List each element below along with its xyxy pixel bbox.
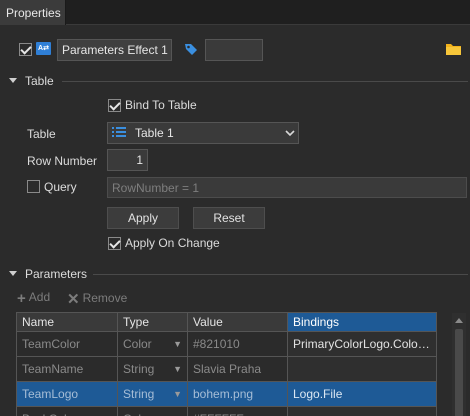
row-name[interactable]: TeamLogo (16, 381, 118, 407)
row-name[interactable]: TeamColor (16, 331, 118, 357)
table-row[interactable]: TeamColor Color ▼ #821010 PrimaryColorLog… (16, 331, 437, 357)
row-value[interactable]: #FFFFFF (187, 406, 288, 416)
bind-to-table-checkbox[interactable] (108, 99, 121, 112)
add-parameter-button[interactable]: + Add (17, 290, 50, 307)
table-section-collapse-icon[interactable] (9, 78, 17, 83)
table-select-value: Table 1 (135, 126, 174, 140)
effect-name-input[interactable]: Parameters Effect 1 (57, 39, 172, 61)
parameters-section-collapse-icon[interactable] (9, 271, 17, 276)
reset-button[interactable]: Reset (193, 207, 265, 229)
row-value[interactable]: bohem.png (187, 381, 288, 407)
row-type[interactable]: String ▼ (117, 356, 188, 382)
parameters-section-divider (93, 274, 468, 275)
effect-enabled-checkbox[interactable] (19, 43, 32, 56)
row-binding[interactable] (287, 356, 437, 382)
tag-input[interactable] (205, 39, 263, 61)
table-section-divider (62, 81, 468, 82)
scroll-up-arrow-icon[interactable] (455, 318, 463, 323)
row-type-value: String (123, 387, 155, 401)
apply-on-change-checkbox[interactable] (108, 237, 121, 250)
remove-label: Remove (82, 291, 128, 305)
table-row[interactable]: BackColor Color▼ #FFFFFF (16, 406, 437, 416)
column-header-type[interactable]: Type (117, 312, 188, 332)
query-label: Query (44, 180, 77, 194)
effect-type-icon: A⇄ (36, 42, 51, 55)
folder-icon[interactable] (445, 41, 462, 56)
table-section-title: Table (25, 74, 54, 88)
row-type[interactable]: String ▼ (117, 381, 188, 407)
column-header-value[interactable]: Value (187, 312, 288, 332)
table-select[interactable]: Table 1 (107, 122, 299, 144)
remove-parameter-button[interactable]: ✕ Remove (67, 290, 127, 308)
table-row-selected[interactable]: TeamLogo String ▼ bohem.png Logo.File (16, 381, 437, 407)
parameters-section-title: Parameters (25, 267, 88, 281)
row-type[interactable]: Color▼ (117, 406, 188, 416)
tag-icon[interactable] (183, 41, 199, 57)
apply-on-change-label: Apply On Change (125, 236, 220, 250)
table-header-row: Name Type Value Bindings (16, 312, 437, 332)
row-type[interactable]: Color ▼ (117, 331, 188, 357)
row-value[interactable]: #821010 (187, 331, 288, 357)
row-binding[interactable]: Logo.File (287, 381, 437, 407)
query-checkbox[interactable] (27, 180, 40, 193)
query-input[interactable]: RowNumber = 1 (107, 177, 467, 198)
row-type-value: Color (123, 412, 152, 416)
row-value[interactable]: Slavia Praha (187, 356, 288, 382)
plus-icon: + (17, 290, 26, 307)
chevron-down-icon[interactable] (285, 129, 295, 137)
bind-to-table-label: Bind To Table (125, 98, 197, 112)
row-name[interactable]: BackColor (16, 406, 118, 416)
tab-properties[interactable]: Properties (0, 0, 66, 25)
column-header-bindings[interactable]: Bindings (287, 312, 437, 332)
apply-button[interactable]: Apply (107, 207, 179, 229)
type-dropdown-icon[interactable]: ▼ (173, 364, 182, 374)
table-label: Table (27, 127, 56, 141)
row-name[interactable]: TeamName (16, 356, 118, 382)
scrollbar-thumb[interactable] (455, 329, 463, 416)
row-type-value: Color (123, 337, 152, 351)
parameters-table: Name Type Value Bindings TeamColor Color… (16, 312, 437, 416)
row-binding[interactable] (287, 406, 437, 416)
row-number-input[interactable]: 1 (107, 149, 148, 171)
table-row[interactable]: TeamName String ▼ Slavia Praha (16, 356, 437, 382)
row-type-value: String (123, 362, 155, 376)
parameters-scrollbar[interactable] (452, 313, 466, 416)
row-number-label: Row Number (27, 154, 98, 168)
type-dropdown-icon[interactable]: ▼ (173, 339, 182, 349)
x-icon: ✕ (67, 291, 80, 308)
table-list-icon (112, 127, 126, 137)
row-binding[interactable]: PrimaryColorLogo.Color... (287, 331, 437, 357)
add-label: Add (28, 290, 51, 304)
type-dropdown-icon[interactable]: ▼ (173, 389, 182, 399)
column-header-name[interactable]: Name (16, 312, 118, 332)
panel-tabbar: Properties (0, 0, 470, 25)
